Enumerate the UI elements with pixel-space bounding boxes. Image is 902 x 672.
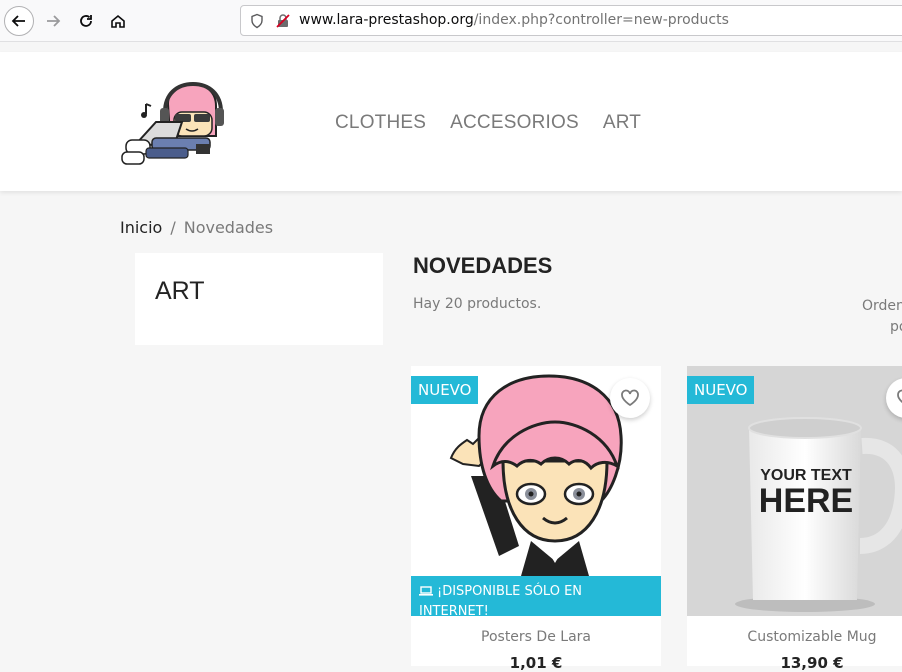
site-header: CLOTHES ACCESORIOS ART — [0, 52, 902, 191]
arrow-right-icon — [47, 15, 61, 27]
menu-item-clothes[interactable]: CLOTHES — [335, 112, 426, 134]
heart-icon — [897, 389, 902, 404]
page-title: NOVEDADES — [413, 253, 553, 278]
sort-by-label: Orden po — [862, 296, 902, 338]
product-name[interactable]: Customizable Mug — [687, 629, 902, 645]
sort-label-line-1: Orden — [862, 298, 902, 314]
menu-item-accesorios[interactable]: ACCESORIOS — [450, 112, 579, 134]
url-bar[interactable]: www.lara-prestashop.org/index.php?contro… — [240, 5, 902, 36]
url-host: www.lara-prestashop.org — [299, 12, 474, 28]
sidebar-category-card: ART — [135, 253, 383, 345]
sidebar-title[interactable]: ART — [155, 277, 205, 306]
online-only-text: ¡DISPONIBLE SÓLO EN INTERNET! — [419, 584, 583, 616]
home-button[interactable] — [103, 6, 133, 36]
arrow-left-icon — [11, 15, 25, 27]
breadcrumb-separator: / — [170, 218, 176, 237]
product-price: 13,90 € — [780, 654, 844, 672]
heart-icon — [621, 389, 639, 407]
product-card[interactable]: NUEVO ¡DISPONIBLE SÓLO EN INTERNET! Post… — [411, 366, 661, 672]
product-card[interactable]: YOUR TEXT HERE NUEVO Customizable Mug 13… — [687, 366, 902, 672]
laptop-icon — [419, 586, 433, 596]
forward-button[interactable] — [38, 6, 68, 36]
new-badge: NUEVO — [687, 376, 755, 404]
breadcrumb: Inicio / Novedades — [120, 218, 273, 237]
site-logo[interactable] — [118, 82, 226, 168]
new-badge: NUEVO — [411, 376, 479, 404]
sort-label-line-2: po — [890, 319, 902, 335]
browser-toolbar: www.lara-prestashop.org/index.php?contro… — [0, 0, 902, 42]
menu-item-art[interactable]: ART — [603, 112, 641, 134]
breadcrumb-home[interactable]: Inicio — [120, 218, 162, 237]
product-price: 1,01 € — [509, 654, 563, 672]
online-only-flag: ¡DISPONIBLE SÓLO EN INTERNET! — [411, 576, 661, 616]
mug-text-line-2: HERE — [759, 482, 853, 520]
insecure-lock-icon[interactable] — [275, 13, 291, 29]
main-menu: CLOTHES ACCESORIOS ART — [335, 112, 641, 134]
reload-button[interactable] — [71, 6, 101, 36]
back-button[interactable] — [4, 6, 34, 36]
url-path: /index.php?controller=new-products — [473, 12, 729, 28]
shield-icon[interactable] — [249, 13, 265, 29]
breadcrumb-current: Novedades — [183, 218, 274, 237]
wishlist-button[interactable] — [610, 378, 650, 418]
url-text[interactable]: www.lara-prestashop.org/index.php?contro… — [299, 12, 729, 28]
reload-icon — [80, 15, 92, 27]
product-count: Hay 20 productos. — [413, 296, 542, 312]
product-name[interactable]: Posters De Lara — [411, 629, 661, 645]
home-icon — [111, 14, 125, 28]
